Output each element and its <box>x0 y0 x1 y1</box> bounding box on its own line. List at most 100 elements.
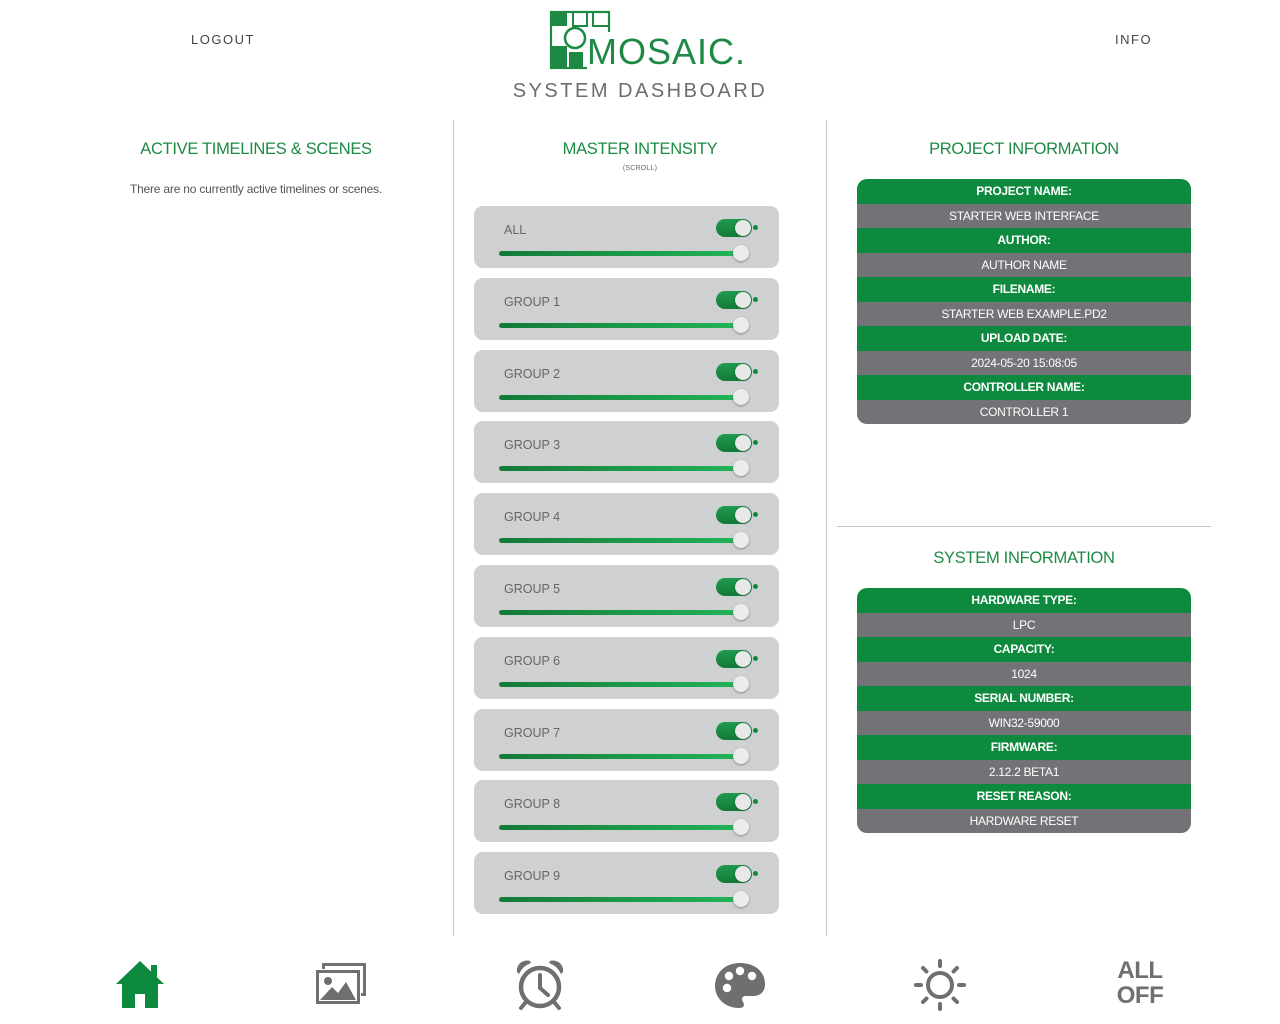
status-indicator-dot <box>753 799 758 804</box>
group-power-toggle[interactable] <box>716 650 752 668</box>
info-value: 2.12.2 BETA1 <box>857 759 1191 784</box>
toggle-knob <box>735 794 751 810</box>
intensity-slider-track[interactable] <box>499 395 742 400</box>
group-power-toggle[interactable] <box>716 291 752 309</box>
intensity-slider-thumb[interactable] <box>733 891 749 907</box>
group-label: GROUP 3 <box>504 438 561 452</box>
group-label: GROUP 2 <box>504 367 561 381</box>
nav-brightness-button[interactable] <box>910 955 970 1015</box>
intensity-slider-track[interactable] <box>499 754 742 759</box>
group-card: GROUP 9 <box>474 852 779 914</box>
group-label: ALL <box>504 223 527 237</box>
status-indicator-dot <box>753 369 758 374</box>
intensity-slider-track[interactable] <box>499 682 742 687</box>
info-key: PROJECT NAME: <box>857 179 1191 204</box>
dashboard-title: SYSTEM DASHBOARD <box>512 80 768 102</box>
info-value: HARDWARE RESET <box>857 808 1191 833</box>
status-indicator-dot <box>753 440 758 445</box>
status-indicator-dot <box>753 728 758 733</box>
column-divider-left <box>453 120 454 936</box>
group-label: GROUP 7 <box>504 726 561 740</box>
nav-color-button[interactable] <box>710 955 770 1015</box>
column-divider-right <box>826 120 827 936</box>
toggle-knob <box>735 866 751 882</box>
group-card: GROUP 8 <box>474 780 779 842</box>
project-info-title: PROJECT INFORMATION <box>929 140 1119 158</box>
intensity-slider-track[interactable] <box>499 251 742 256</box>
sun-icon <box>914 959 966 1011</box>
info-key: RESET REASON: <box>857 784 1191 809</box>
logout-link[interactable]: LOGOUT <box>191 32 255 47</box>
status-indicator-dot <box>753 225 758 230</box>
nav-schedule-button[interactable] <box>510 955 570 1015</box>
active-section-title: ACTIVE TIMELINES & SCENES <box>140 140 372 158</box>
mosaic-logo: MOSAIC. <box>549 10 749 72</box>
group-power-toggle[interactable] <box>716 578 752 596</box>
status-indicator-dot <box>753 871 758 876</box>
group-card: GROUP 4 <box>474 493 779 555</box>
toggle-knob <box>735 364 751 380</box>
all-off-line1: ALL <box>1117 957 1163 984</box>
intensity-slider-thumb[interactable] <box>733 748 749 764</box>
home-icon <box>116 961 164 1008</box>
intensity-slider-track[interactable] <box>499 538 742 543</box>
intensity-slider-thumb[interactable] <box>733 676 749 692</box>
info-value: STARTER WEB INTERFACE <box>857 203 1191 228</box>
toggle-knob <box>735 220 751 236</box>
scenes-icon <box>315 963 366 1005</box>
info-key: HARDWARE TYPE: <box>857 588 1191 613</box>
group-label: GROUP 1 <box>504 295 561 309</box>
group-power-toggle[interactable] <box>716 434 752 452</box>
group-label: GROUP 5 <box>504 582 561 596</box>
palette-icon <box>715 963 765 1008</box>
info-key: CONTROLLER NAME: <box>857 375 1191 400</box>
status-indicator-dot <box>753 297 758 302</box>
info-link[interactable]: INFO <box>1115 32 1152 47</box>
intensity-slider-thumb[interactable] <box>733 245 749 261</box>
group-card: GROUP 1 <box>474 278 779 340</box>
intensity-slider-track[interactable] <box>499 323 742 328</box>
info-value: 2024-05-20 15:08:05 <box>857 350 1191 375</box>
group-card: GROUP 3 <box>474 421 779 483</box>
group-label: GROUP 8 <box>504 797 561 811</box>
info-value: STARTER WEB EXAMPLE.PD2 <box>857 301 1191 326</box>
intensity-slider-track[interactable] <box>499 466 742 471</box>
group-power-toggle[interactable] <box>716 793 752 811</box>
system-info-table: HARDWARE TYPE: LPC CAPACITY: 1024 SERIAL NUM… <box>857 588 1191 833</box>
project-info-table: PROJECT NAME: STARTER WEB INTERFACE AUTHOR… <box>857 179 1191 424</box>
intensity-slider-thumb[interactable] <box>733 604 749 620</box>
group-power-toggle[interactable] <box>716 219 752 237</box>
group-power-toggle[interactable] <box>716 865 752 883</box>
info-key: SERIAL NUMBER: <box>857 686 1191 711</box>
scroll-hint: (SCROLL) <box>622 165 658 172</box>
group-label: GROUP 9 <box>504 869 561 883</box>
nav-home-button[interactable] <box>110 955 170 1015</box>
nav-scenes-button[interactable] <box>310 955 370 1015</box>
intensity-slider-thumb[interactable] <box>733 819 749 835</box>
intensity-slider-track[interactable] <box>499 610 742 615</box>
intensity-slider-thumb[interactable] <box>733 317 749 333</box>
toggle-knob <box>735 507 751 523</box>
group-card: GROUP 5 <box>474 565 779 627</box>
toggle-knob <box>735 723 751 739</box>
alarm-clock-icon <box>516 960 564 1010</box>
group-card: ALL <box>474 206 779 268</box>
intensity-slider-thumb[interactable] <box>733 460 749 476</box>
info-key: UPLOAD DATE: <box>857 326 1191 351</box>
intensity-slider-track[interactable] <box>499 825 742 830</box>
group-power-toggle[interactable] <box>716 506 752 524</box>
status-indicator-dot <box>753 512 758 517</box>
toggle-knob <box>735 651 751 667</box>
intensity-slider-thumb[interactable] <box>733 389 749 405</box>
toggle-knob <box>735 292 751 308</box>
group-power-toggle[interactable] <box>716 722 752 740</box>
group-power-toggle[interactable] <box>716 363 752 381</box>
all-off-line2: OFF <box>1116 982 1164 1009</box>
all-off-button[interactable]: ALL OFF <box>1110 958 1170 1008</box>
info-key: FILENAME: <box>857 277 1191 302</box>
info-value: LPC <box>857 612 1191 637</box>
intensity-slider-thumb[interactable] <box>733 532 749 548</box>
intensity-slider-track[interactable] <box>499 897 742 902</box>
group-label: GROUP 6 <box>504 654 561 668</box>
group-card: GROUP 6 <box>474 637 779 699</box>
